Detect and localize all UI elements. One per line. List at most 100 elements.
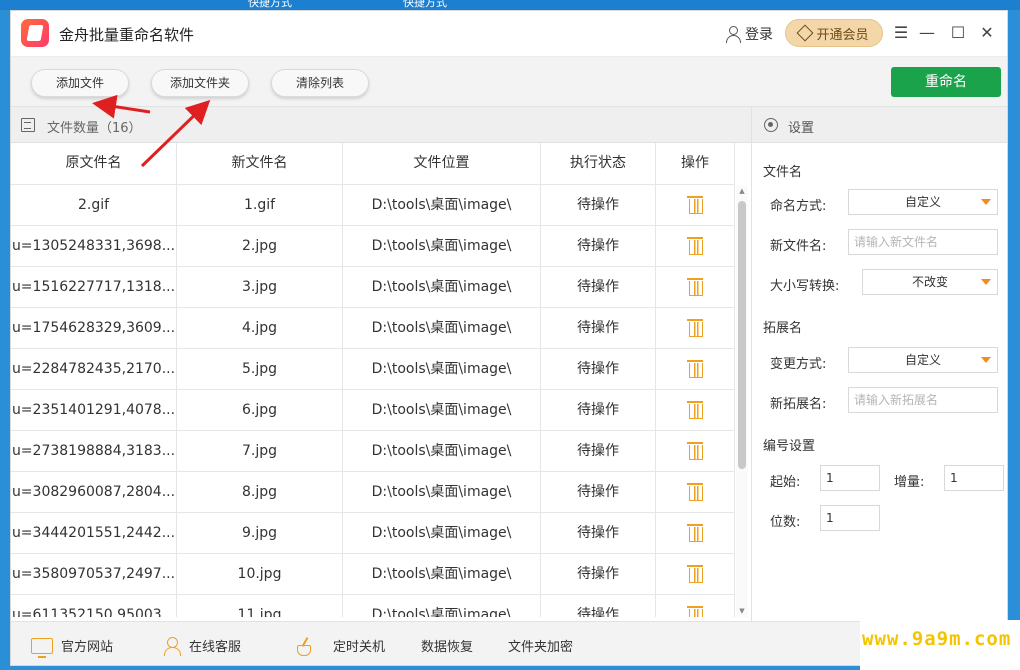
original-name-cell: u=3444201551,2442... [11,513,177,553]
trash-icon[interactable] [687,604,703,617]
location-cell: D:\tools\桌面\image\ [343,472,541,512]
scroll-thumb[interactable] [738,201,746,469]
table-row[interactable]: u=3580970537,2497... 10.jpg D:\tools\桌面\im… [11,554,735,595]
table-row[interactable]: u=1516227717,1318... 3.jpg D:\tools\桌面\ima… [11,267,735,308]
minimize-icon[interactable]: — [917,23,937,43]
extension-section-title: 拓展名 [763,321,803,336]
desktop-background: 快捷方式 快捷方式 [0,0,1020,10]
trash-icon[interactable] [687,358,703,378]
trash-icon[interactable] [687,317,703,337]
location-cell: D:\tools\桌面\image\ [343,513,541,553]
new-extension-input[interactable] [848,387,998,413]
data-recovery-link[interactable]: 数据恢复 [421,636,473,655]
case-conversion-value: 不改变 [911,275,948,289]
footer-bar: 官方网站 在线客服 定时关机 数据恢复 文件夹加密 [11,621,1007,665]
scroll-down-icon[interactable]: ▼ [738,607,746,615]
folder-encrypt-link[interactable]: 文件夹加密 [508,636,573,655]
table-row[interactable]: 2.gif 1.gif D:\tools\桌面\image\ 待操作 [11,185,735,226]
new-name-cell: 9.jpg [177,513,343,553]
location-cell: D:\tools\桌面\image\ [343,349,541,389]
original-name-cell: u=2738198884,3183... [11,431,177,471]
trash-icon[interactable] [687,481,703,501]
column-action: 操作 [656,143,735,184]
change-method-select[interactable]: 自定义 [848,347,998,373]
trash-icon[interactable] [687,399,703,419]
vip-label: 开通会员 [816,27,869,43]
naming-method-value: 自定义 [904,195,941,209]
title-bar: 金舟批量重命名软件 登录 开通会员 ☰ — ☐ ✕ [11,11,1007,57]
monitor-icon [31,637,53,658]
trash-icon[interactable] [687,440,703,460]
action-cell [656,308,735,348]
app-logo-icon [21,19,49,47]
new-name-cell: 7.jpg [177,431,343,471]
app-window: 金舟批量重命名软件 登录 开通会员 ☰ — ☐ ✕ 添加文件 添加文件夹 清除列… [10,10,1008,666]
trash-icon[interactable] [687,194,703,214]
scroll-up-icon[interactable]: ▲ [738,187,746,195]
location-cell: D:\tools\桌面\image\ [343,267,541,307]
file-count: 文件数量（16） [47,121,142,136]
user-icon [725,26,741,43]
add-file-button[interactable]: 添加文件 [31,69,129,97]
location-cell: D:\tools\桌面\image\ [343,185,541,225]
increment-label: 增量: [894,475,925,490]
menu-icon[interactable]: ☰ [891,23,911,43]
shutdown-link[interactable]: 定时关机 [295,636,385,656]
status-cell: 待操作 [541,472,656,512]
broom-icon [295,637,315,656]
table-row[interactable]: u=611352150,95003... 11.jpg D:\tools\桌面\im… [11,595,735,617]
table-row[interactable]: u=3082960087,2804... 8.jpg D:\tools\桌面\ima… [11,472,735,513]
settings-title: 设置 [788,121,815,136]
digits-input[interactable] [820,505,880,531]
original-name-cell: u=1516227717,1318... [11,267,177,307]
new-name-cell: 3.jpg [177,267,343,307]
settings-header: 设置 [752,107,1007,143]
table-row[interactable]: u=1305248331,3698... 2.jpg D:\tools\桌面\ima… [11,226,735,267]
vip-button[interactable]: 开通会员 [785,19,883,47]
original-name-cell: u=3082960087,2804... [11,472,177,512]
new-name-cell: 1.gif [177,185,343,225]
new-filename-input[interactable] [848,229,998,255]
close-icon[interactable]: ✕ [977,23,997,43]
location-cell: D:\tools\桌面\image\ [343,554,541,594]
start-input[interactable] [820,465,880,491]
file-list-icon [21,118,35,132]
start-label: 起始: [770,475,801,490]
rename-button[interactable]: 重命名 [891,67,1001,97]
file-list-scrollbar[interactable]: ▲ ▼ [736,185,748,617]
trash-icon[interactable] [687,235,703,255]
change-method-label: 变更方式: [770,357,827,372]
table-row[interactable]: u=2351401291,4078... 6.jpg D:\tools\桌面\ima… [11,390,735,431]
new-filename-label: 新文件名: [770,239,827,254]
table-row[interactable]: u=1754628329,3609... 4.jpg D:\tools\桌面\ima… [11,308,735,349]
chevron-down-icon [981,199,991,205]
support-link[interactable]: 在线客服 [163,636,241,656]
website-link[interactable]: 官方网站 [31,636,113,658]
add-folder-button[interactable]: 添加文件夹 [151,69,249,97]
trash-icon[interactable] [687,563,703,583]
new-name-cell: 11.jpg [177,595,343,617]
trash-icon[interactable] [687,276,703,296]
increment-input[interactable] [944,465,1004,491]
desktop-shortcut-label[interactable]: 快捷方式 [403,0,447,10]
case-conversion-label: 大小写转换: [770,279,840,294]
table-row[interactable]: u=3444201551,2442... 9.jpg D:\tools\桌面\ima… [11,513,735,554]
location-cell: D:\tools\桌面\image\ [343,390,541,430]
action-cell [656,554,735,594]
login-button[interactable]: 登录 [725,24,773,44]
table-row[interactable]: u=2284782435,2170... 5.jpg D:\tools\桌面\ima… [11,349,735,390]
desktop-shortcut-label[interactable]: 快捷方式 [248,0,292,10]
clear-list-button[interactable]: 清除列表 [271,69,369,97]
original-name-cell: u=2284782435,2170... [11,349,177,389]
case-conversion-select[interactable]: 不改变 [862,269,998,295]
new-name-cell: 5.jpg [177,349,343,389]
trash-icon[interactable] [687,522,703,542]
folder-encrypt-label: 文件夹加密 [508,640,574,655]
original-name-cell: 2.gif [11,185,177,225]
status-cell: 待操作 [541,554,656,594]
file-list-header: 文件数量（16） [11,107,751,143]
status-cell: 待操作 [541,267,656,307]
maximize-icon[interactable]: ☐ [948,23,968,43]
naming-method-select[interactable]: 自定义 [848,189,998,215]
table-row[interactable]: u=2738198884,3183... 7.jpg D:\tools\桌面\ima… [11,431,735,472]
